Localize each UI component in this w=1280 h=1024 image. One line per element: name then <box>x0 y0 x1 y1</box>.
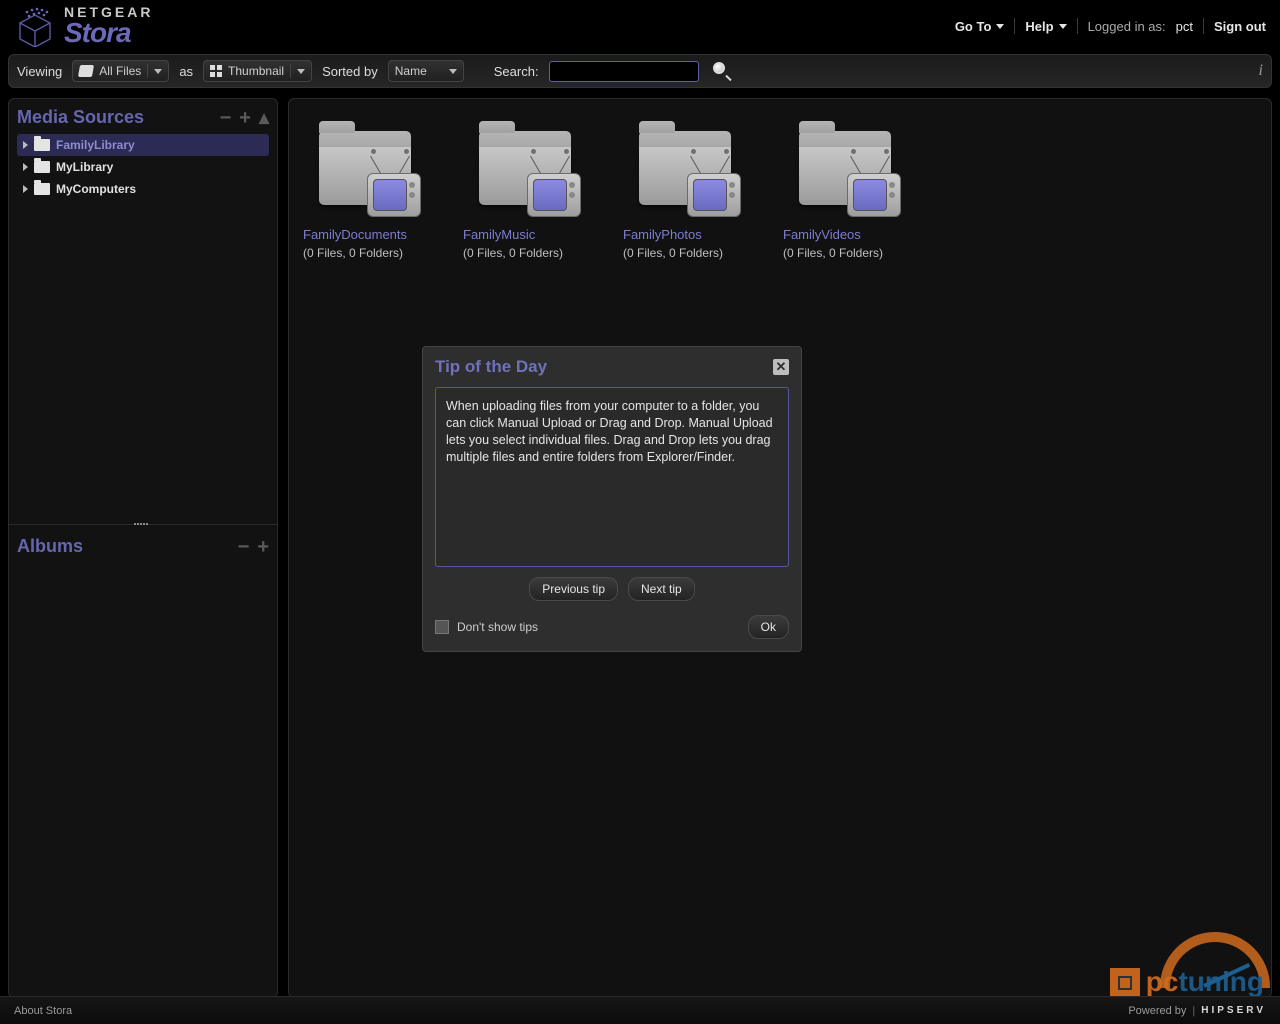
modal-body: When uploading files from your computer … <box>435 387 789 567</box>
search-label: Search: <box>494 64 539 79</box>
folder-name: FamilyMusic <box>463 227 593 242</box>
collapse-button[interactable]: − <box>220 111 232 125</box>
folder-meta: (0 Files, 0 Folders) <box>463 246 593 260</box>
sort-value: Name <box>395 64 427 78</box>
separator <box>1077 18 1078 34</box>
help-menu[interactable]: Help <box>1025 19 1066 34</box>
sort-select[interactable]: Name <box>388 60 464 82</box>
caret-down-icon <box>996 24 1004 29</box>
folder-icon <box>34 161 50 173</box>
folder-name: FamilyVideos <box>783 227 913 242</box>
tree-label: FamilyLibrary <box>56 138 135 152</box>
logo-cube-icon <box>14 5 56 47</box>
ok-button[interactable]: Ok <box>748 615 789 639</box>
previous-tip-button[interactable]: Previous tip <box>529 577 618 601</box>
folder-tv-icon <box>633 125 743 215</box>
powered-by-label: Powered by <box>1128 1005 1186 1017</box>
sidebar-resize-handle[interactable] <box>9 523 277 526</box>
logo: NETGEAR Stora <box>14 5 153 47</box>
folder-meta: (0 Files, 0 Folders) <box>623 246 753 260</box>
folder-name: FamilyPhotos <box>623 227 753 242</box>
logged-in-label: Logged in as: <box>1088 19 1166 34</box>
folder-card[interactable]: FamilyMusic (0 Files, 0 Folders) <box>463 125 593 260</box>
search-input[interactable] <box>549 61 699 82</box>
close-icon[interactable]: ✕ <box>773 359 789 375</box>
expand-icon <box>23 185 28 193</box>
view-select[interactable]: Thumbnail <box>203 60 312 82</box>
signout-button[interactable]: Sign out <box>1214 19 1266 34</box>
tree-label: MyLibrary <box>56 160 113 174</box>
tree-item-mycomputers[interactable]: MyComputers <box>17 178 269 200</box>
tree-label: MyComputers <box>56 182 136 196</box>
folder-icon <box>34 183 50 195</box>
footer: About Stora Powered by | HIPSERV <box>0 996 1280 1024</box>
about-link[interactable]: About Stora <box>14 1005 72 1017</box>
expand-icon <box>23 141 28 149</box>
info-icon[interactable]: i <box>1259 62 1263 80</box>
brand-bottom: Stora <box>64 19 153 47</box>
caret-down-icon <box>449 69 457 74</box>
folder-card[interactable]: FamilyPhotos (0 Files, 0 Folders) <box>623 125 753 260</box>
dont-show-label: Don't show tips <box>457 620 538 634</box>
tree-item-mylibrary[interactable]: MyLibrary <box>17 156 269 178</box>
vendor-label: HIPSERV <box>1201 1005 1266 1016</box>
add-button[interactable]: + <box>257 540 269 554</box>
collapse-button[interactable]: − <box>238 540 250 554</box>
tag-icon <box>78 65 94 77</box>
sortedby-label: Sorted by <box>322 64 378 79</box>
goto-menu[interactable]: Go To <box>955 19 1005 34</box>
folder-icon <box>34 139 50 151</box>
up-button[interactable]: ▴ <box>259 111 269 125</box>
caret-down-icon <box>1059 24 1067 29</box>
filter-value: All Files <box>99 64 141 78</box>
toolbar: Viewing All Files as Thumbnail Sorted by… <box>8 54 1272 88</box>
add-button[interactable]: + <box>239 111 251 125</box>
dont-show-checkbox[interactable] <box>435 620 449 634</box>
separator <box>1203 18 1204 34</box>
folder-tv-icon <box>793 125 903 215</box>
next-tip-button[interactable]: Next tip <box>628 577 695 601</box>
expand-icon <box>23 163 28 171</box>
filter-select[interactable]: All Files <box>72 60 169 82</box>
viewing-label: Viewing <box>17 64 62 79</box>
folder-meta: (0 Files, 0 Folders) <box>783 246 913 260</box>
media-sources-title: Media Sources <box>17 107 212 128</box>
tree-item-familylibrary[interactable]: FamilyLibrary <box>17 134 269 156</box>
folder-card[interactable]: FamilyVideos (0 Files, 0 Folders) <box>783 125 913 260</box>
media-tree: FamilyLibrary MyLibrary MyComputers <box>17 134 269 200</box>
folder-tv-icon <box>313 125 423 215</box>
sidebar: Media Sources − + ▴ FamilyLibrary MyLibr… <box>8 98 278 998</box>
goto-label: Go To <box>955 19 992 34</box>
separator <box>1014 18 1015 34</box>
albums-title: Albums <box>17 536 230 557</box>
folder-tv-icon <box>473 125 583 215</box>
modal-title: Tip of the Day <box>435 357 773 377</box>
folder-card[interactable]: FamilyDocuments (0 Files, 0 Folders) <box>303 125 433 260</box>
caret-down-icon <box>297 69 305 74</box>
view-value: Thumbnail <box>228 64 284 78</box>
tip-modal: Tip of the Day ✕ When uploading files fr… <box>422 346 802 652</box>
folder-meta: (0 Files, 0 Folders) <box>303 246 433 260</box>
folder-name: FamilyDocuments <box>303 227 433 242</box>
search-icon[interactable] <box>713 62 731 80</box>
help-label: Help <box>1025 19 1053 34</box>
as-label: as <box>179 64 193 79</box>
thumbnail-icon <box>210 65 222 77</box>
username: pct <box>1176 19 1193 34</box>
caret-down-icon <box>154 69 162 74</box>
header: NETGEAR Stora Go To Help Logged in as: p… <box>0 0 1280 52</box>
